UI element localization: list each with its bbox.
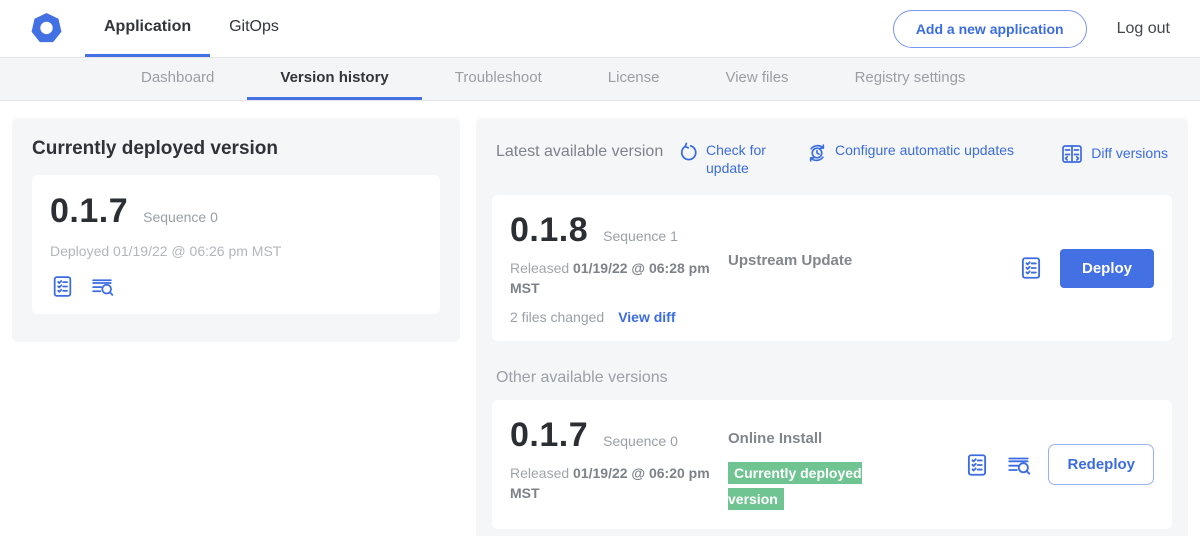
- subnav-registry-settings[interactable]: Registry settings: [822, 58, 999, 100]
- schedule-update-icon: [806, 142, 828, 164]
- configure-automatic-updates-label: Configure automatic updates: [835, 142, 1014, 160]
- app-logo: [30, 0, 63, 57]
- tab-application[interactable]: Application: [85, 0, 210, 57]
- other-versions-heading: Other available versions: [496, 369, 1172, 387]
- deploy-logs-icon[interactable]: [90, 274, 115, 299]
- diff-versions-icon: [1060, 142, 1084, 166]
- check-for-update-label: Check for update: [706, 142, 806, 177]
- other-version-card: 0.1.7 Sequence 0 Released 01/19/22 @ 06:…: [492, 400, 1172, 529]
- latest-source-label: Upstream Update: [728, 252, 852, 269]
- add-new-application-button[interactable]: Add a new application: [893, 10, 1087, 48]
- currently-deployed-badge: Currently deployed version: [728, 462, 862, 510]
- available-versions-panel: Latest available version Check for updat…: [476, 118, 1188, 536]
- check-for-update-action[interactable]: Check for update: [678, 142, 806, 177]
- configure-automatic-updates-action[interactable]: Configure automatic updates: [806, 142, 1018, 164]
- diff-versions-action[interactable]: Diff versions: [1060, 142, 1168, 166]
- files-changed-label: 2 files changed: [510, 309, 604, 325]
- subnav-troubleshoot[interactable]: Troubleshoot: [422, 58, 575, 100]
- released-label: Released: [510, 465, 569, 481]
- other-sequence-label: Sequence 0: [603, 433, 678, 449]
- available-panel-header: Latest available version Check for updat…: [492, 138, 1172, 177]
- deployed-panel-title: Currently deployed version: [32, 138, 440, 160]
- diff-versions-label: Diff versions: [1091, 145, 1168, 163]
- deployed-sequence-label: Sequence 0: [143, 209, 218, 225]
- latest-sequence-label: Sequence 1: [603, 228, 678, 244]
- other-released-timestamp: Released 01/19/22 @ 06:20 pm MST: [510, 464, 715, 503]
- latest-released-timestamp: Released 01/19/22 @ 06:28 pm MST: [510, 259, 715, 298]
- view-diff-link[interactable]: View diff: [618, 309, 675, 325]
- deployed-version-number: 0.1.7: [50, 192, 128, 231]
- top-header: Application GitOps Add a new application…: [0, 0, 1200, 57]
- latest-version-card: 0.1.8 Sequence 1 Released 01/19/22 @ 06:…: [492, 195, 1172, 341]
- main-content: Currently deployed version 0.1.7 Sequenc…: [0, 101, 1200, 536]
- other-version-number: 0.1.7: [510, 416, 588, 455]
- deploy-logs-icon[interactable]: [1006, 452, 1032, 478]
- refresh-icon: [678, 142, 699, 163]
- logout-button[interactable]: Log out: [1117, 20, 1170, 38]
- subnav-dashboard[interactable]: Dashboard: [108, 58, 247, 100]
- other-source-label: Online Install: [728, 430, 910, 447]
- version-config-icon[interactable]: [964, 452, 990, 478]
- version-config-icon[interactable]: [1018, 255, 1044, 281]
- header-spacer: [298, 0, 893, 57]
- subnav-license[interactable]: License: [575, 58, 693, 100]
- deployed-timestamp: Deployed 01/19/22 @ 06:26 pm MST: [50, 243, 422, 259]
- redeploy-button[interactable]: Redeploy: [1048, 444, 1154, 485]
- admin-console-page: Application GitOps Add a new application…: [0, 0, 1200, 536]
- latest-version-number: 0.1.8: [510, 211, 588, 250]
- released-label: Released: [510, 260, 569, 276]
- available-panel-title: Latest available version: [496, 142, 664, 163]
- deployed-version-card: 0.1.7 Sequence 0 Deployed 01/19/22 @ 06:…: [32, 175, 440, 314]
- deploy-button[interactable]: Deploy: [1060, 249, 1154, 288]
- subnav-view-files[interactable]: View files: [692, 58, 821, 100]
- tab-gitops[interactable]: GitOps: [210, 0, 298, 57]
- top-nav: Application GitOps: [85, 0, 298, 57]
- heptagon-logo-icon: [30, 12, 63, 45]
- currently-deployed-panel: Currently deployed version 0.1.7 Sequenc…: [12, 118, 460, 342]
- version-config-icon[interactable]: [50, 274, 75, 299]
- subnav-version-history[interactable]: Version history: [247, 58, 421, 100]
- app-subnav: Dashboard Version history Troubleshoot L…: [0, 57, 1200, 101]
